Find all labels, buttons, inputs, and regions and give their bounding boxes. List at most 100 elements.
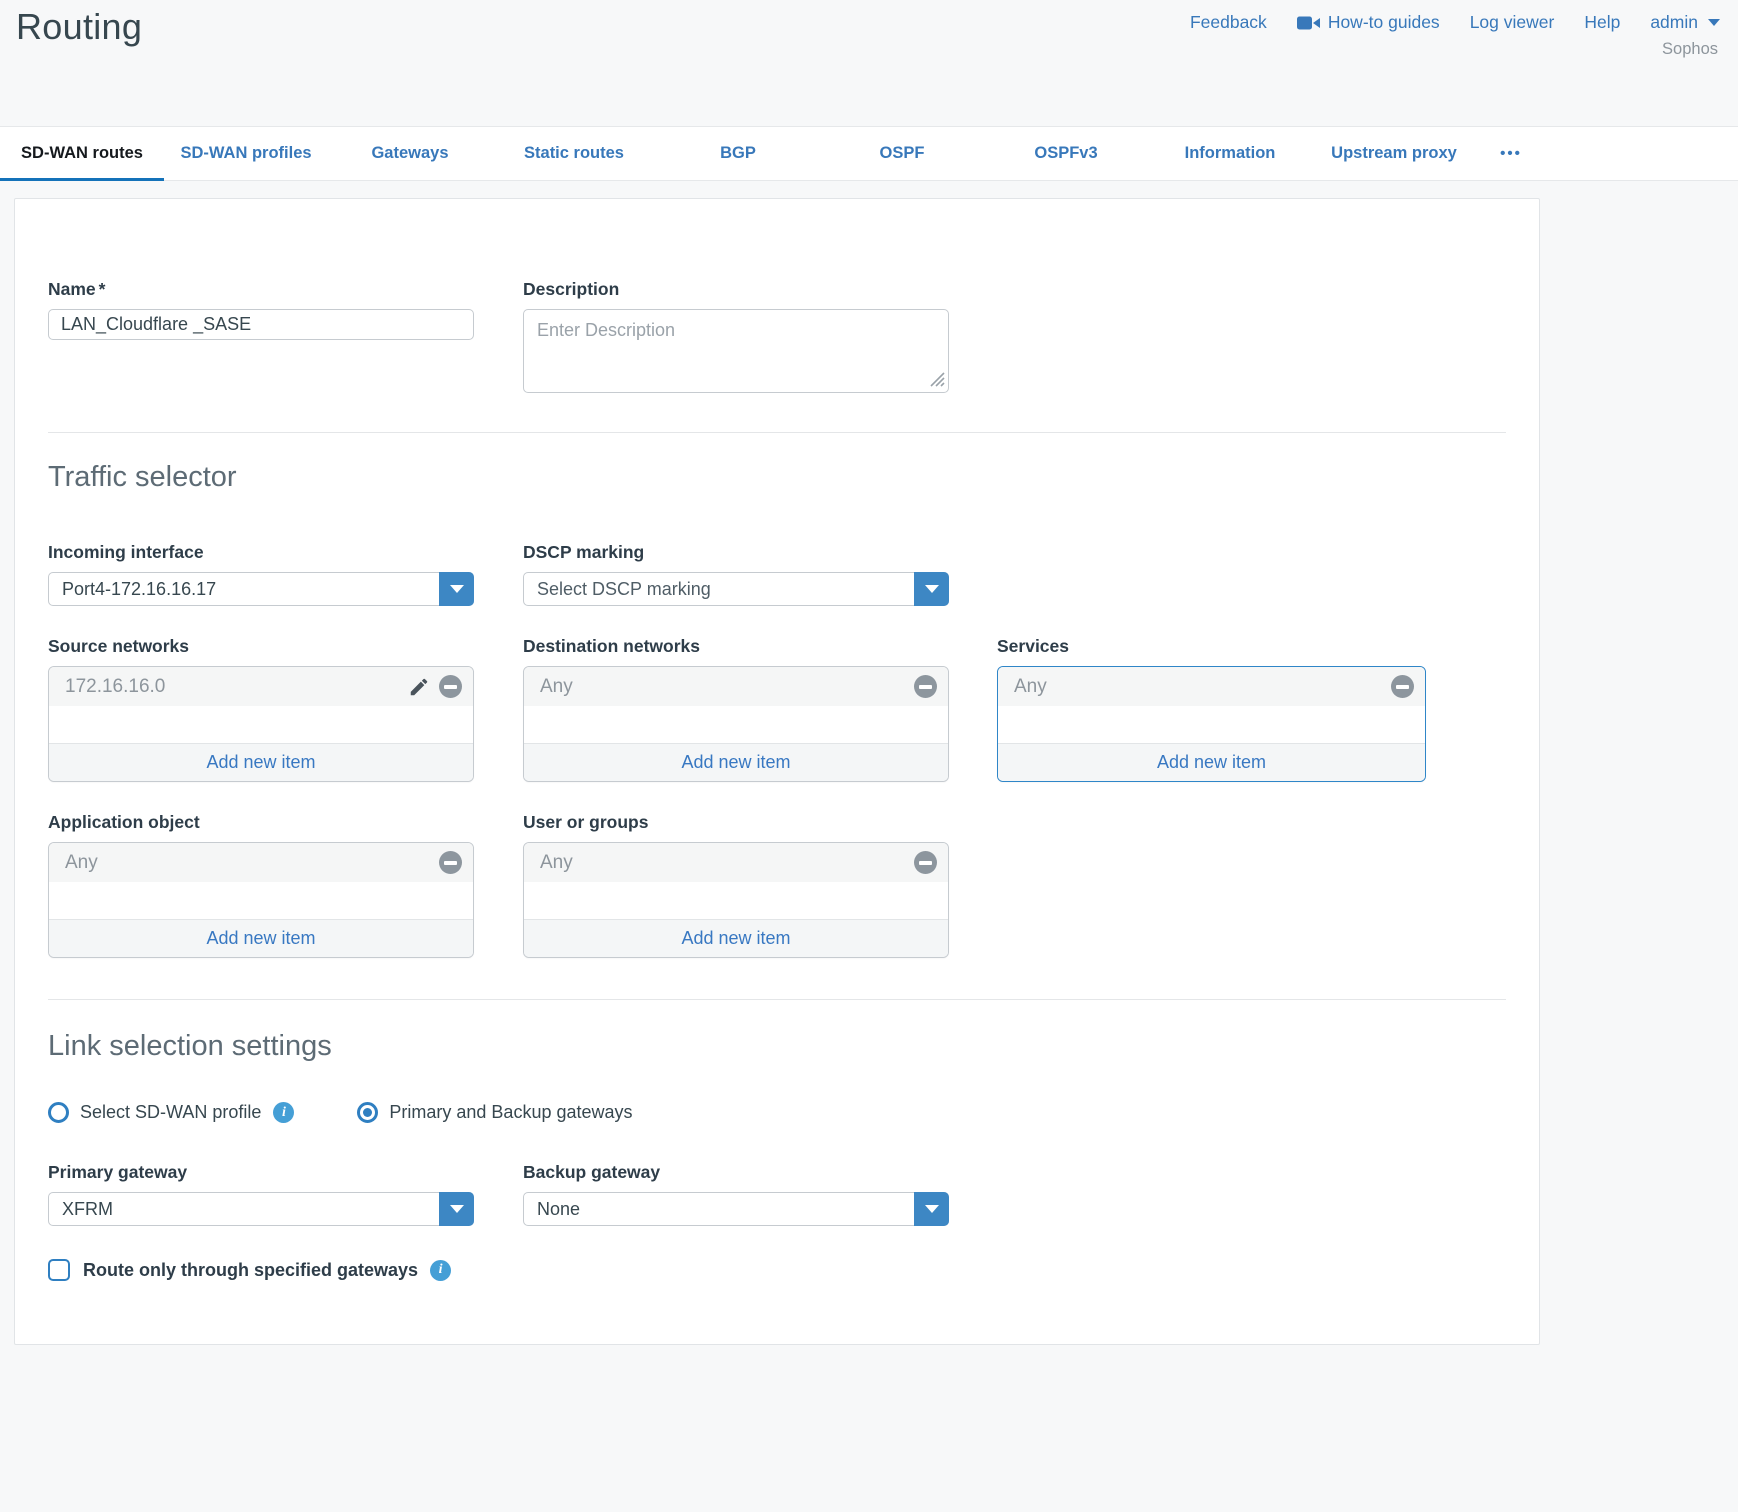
backup-gateway-label: Backup gateway (523, 1162, 949, 1183)
destination-network-value: Any (540, 676, 573, 698)
link-selection-radios: Select SD-WAN profile i Primary and Back… (48, 1102, 1506, 1123)
source-network-value: 172.16.16.0 (65, 676, 165, 698)
route-only-checkbox[interactable] (48, 1259, 70, 1281)
radio-select-sdwan-profile[interactable]: Select SD-WAN profile i (48, 1102, 294, 1123)
dropdown-button[interactable] (439, 572, 474, 606)
dropdown-button[interactable] (439, 1192, 474, 1226)
list-item: Any (524, 667, 948, 706)
log-viewer-link[interactable]: Log viewer (1470, 12, 1555, 33)
tab-ospfv3[interactable]: OSPFv3 (984, 127, 1148, 180)
user-or-groups-value: Any (540, 852, 573, 874)
add-service-button[interactable]: Add new item (998, 743, 1425, 781)
service-value: Any (1014, 676, 1047, 698)
add-destination-network-button[interactable]: Add new item (524, 743, 948, 781)
dropdown-button[interactable] (914, 1192, 949, 1226)
radio-primary-backup-gateways[interactable]: Primary and Backup gateways (357, 1102, 632, 1123)
dropdown-button[interactable] (914, 572, 949, 606)
list-item: Any (998, 667, 1425, 706)
user-or-groups-box: Any Add new item (523, 842, 949, 958)
chevron-down-icon (925, 1205, 939, 1213)
radio-label: Primary and Backup gateways (389, 1102, 632, 1123)
application-object-label: Application object (48, 812, 474, 833)
primary-gateway-label: Primary gateway (48, 1162, 474, 1183)
tab-sdwan-profiles[interactable]: SD-WAN profiles (164, 127, 328, 180)
tab-sdwan-routes[interactable]: SD-WAN routes (0, 127, 164, 180)
tab-gateways[interactable]: Gateways (328, 127, 492, 180)
header-links: Feedback How-to guides Log viewer Help a… (1190, 12, 1720, 33)
incoming-interface-value: Port4-172.16.16.17 (62, 579, 216, 600)
chevron-down-icon (1708, 19, 1720, 26)
tab-information[interactable]: Information (1148, 127, 1312, 180)
brand-label: Sophos (1662, 40, 1718, 59)
networks-services-row: Source networks 172.16.16.0 Add new item… (48, 636, 1506, 782)
list-item: 172.16.16.0 (49, 667, 473, 706)
tab-static-routes[interactable]: Static routes (492, 127, 656, 180)
itembox-empty-area (49, 706, 473, 743)
remove-item-icon[interactable] (914, 851, 937, 874)
log-viewer-label: Log viewer (1470, 12, 1555, 33)
backup-gateway-value: None (537, 1199, 580, 1220)
dscp-marking-value: Select DSCP marking (537, 579, 711, 600)
name-description-row: Name* Description (48, 279, 1506, 393)
name-label: Name* (48, 279, 474, 300)
feedback-link[interactable]: Feedback (1190, 12, 1267, 33)
video-camera-icon (1297, 15, 1320, 31)
user-or-groups-label: User or groups (523, 812, 949, 833)
route-only-row: Route only through specified gateways i (48, 1259, 1506, 1281)
info-icon[interactable]: i (273, 1102, 294, 1123)
radio-icon[interactable] (48, 1102, 69, 1123)
description-label: Description (523, 279, 949, 300)
name-input[interactable] (48, 309, 474, 340)
feedback-label: Feedback (1190, 12, 1267, 33)
incoming-interface-label: Incoming interface (48, 542, 474, 563)
radio-label: Select SD-WAN profile (80, 1102, 261, 1123)
add-application-object-button[interactable]: Add new item (49, 919, 473, 957)
tab-ospf[interactable]: OSPF (820, 127, 984, 180)
itembox-empty-area (524, 706, 948, 743)
help-link[interactable]: Help (1584, 12, 1620, 33)
sdwan-route-form-card: Name* Description Traffic selector Incom… (14, 198, 1540, 1345)
services-box: Any Add new item (997, 666, 1426, 782)
radio-icon[interactable] (357, 1102, 378, 1123)
chevron-down-icon (450, 585, 464, 593)
destination-networks-label: Destination networks (523, 636, 949, 657)
add-source-network-button[interactable]: Add new item (49, 743, 473, 781)
itembox-empty-area (524, 882, 948, 919)
primary-gateway-select[interactable]: XFRM (48, 1192, 474, 1226)
page-header: Routing Feedback How-to guides Log viewe… (0, 0, 1738, 126)
add-user-or-group-button[interactable]: Add new item (524, 919, 948, 957)
admin-menu[interactable]: admin (1650, 12, 1720, 33)
gateways-row: Primary gateway XFRM Backup gateway None (48, 1162, 1506, 1226)
howto-guides-link[interactable]: How-to guides (1297, 12, 1440, 33)
edit-pencil-icon[interactable] (408, 676, 430, 698)
page-title: Routing (16, 6, 142, 48)
list-item: Any (49, 843, 473, 882)
dscp-marking-select[interactable]: Select DSCP marking (523, 572, 949, 606)
admin-label: admin (1650, 12, 1698, 33)
dscp-marking-label: DSCP marking (523, 542, 949, 563)
routing-tabbar: SD-WAN routes SD-WAN profiles Gateways S… (0, 126, 1738, 181)
remove-item-icon[interactable] (439, 851, 462, 874)
source-networks-box: 172.16.16.0 Add new item (48, 666, 474, 782)
info-icon[interactable]: i (430, 1260, 451, 1281)
more-tabs-icon[interactable]: ••• (1476, 127, 1546, 180)
chevron-down-icon (925, 585, 939, 593)
source-networks-label: Source networks (48, 636, 474, 657)
tab-bgp[interactable]: BGP (656, 127, 820, 180)
remove-item-icon[interactable] (1391, 675, 1414, 698)
application-users-row: Application object Any Add new item User… (48, 812, 1506, 958)
tab-upstream-proxy[interactable]: Upstream proxy (1312, 127, 1476, 180)
remove-item-icon[interactable] (439, 675, 462, 698)
incoming-interface-select[interactable]: Port4-172.16.16.17 (48, 572, 474, 606)
description-textarea[interactable] (523, 309, 949, 393)
destination-networks-box: Any Add new item (523, 666, 949, 782)
howto-guides-label: How-to guides (1328, 12, 1440, 33)
backup-gateway-select[interactable]: None (523, 1192, 949, 1226)
application-object-value: Any (65, 852, 98, 874)
remove-item-icon[interactable] (914, 675, 937, 698)
services-label: Services (997, 636, 1426, 657)
section-divider (48, 999, 1506, 1000)
route-only-label: Route only through specified gateways (83, 1260, 418, 1281)
application-object-box: Any Add new item (48, 842, 474, 958)
help-label: Help (1584, 12, 1620, 33)
